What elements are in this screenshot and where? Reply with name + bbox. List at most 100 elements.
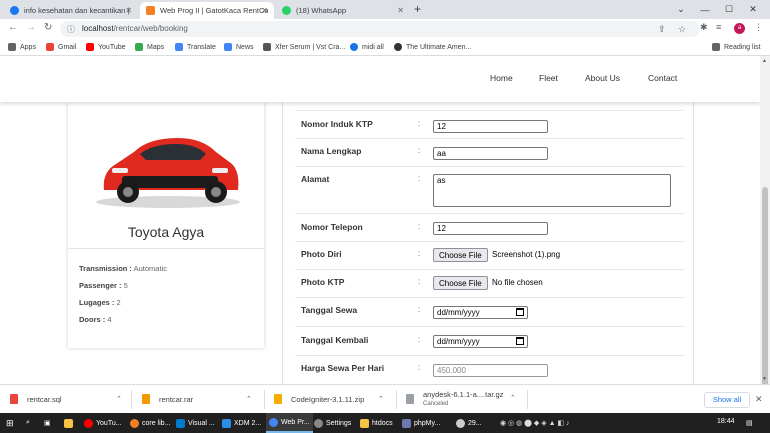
photo-diri-choose-file-button[interactable]: Choose File <box>433 248 488 262</box>
taskbar-core-lib[interactable]: core lib... <box>130 413 170 433</box>
phpmyadmin-icon <box>402 418 411 428</box>
bookmark-label: YouTube <box>98 43 126 51</box>
bookmark-translate[interactable]: Translate <box>175 43 216 51</box>
card-divider <box>68 248 264 249</box>
taskbar-youtube[interactable]: YouTu... <box>84 413 122 433</box>
telepon-input[interactable]: 12 <box>433 222 548 235</box>
bookmark-maps[interactable]: Maps <box>135 43 164 51</box>
colon: : <box>418 363 421 372</box>
downloads-bar: rentcar.sql ⌃ rentcar.rar ⌃ CodeIgniter-… <box>0 384 770 413</box>
site-info-icon[interactable]: ⓘ <box>67 24 75 35</box>
bookmark-label: News <box>236 43 254 51</box>
separator <box>131 390 132 409</box>
midi-icon <box>350 43 358 51</box>
chevron-up-icon[interactable]: ⌃ <box>246 395 252 403</box>
notification-icon[interactable]: ▤ <box>746 413 753 433</box>
alamat-label: Alamat <box>301 174 330 184</box>
harga-input[interactable]: 450.000 <box>433 364 548 377</box>
nav-fleet[interactable]: Fleet <box>539 73 558 83</box>
photo-ktp-choose-file-button[interactable]: Choose File <box>433 276 488 290</box>
profile-avatar[interactable]: a <box>734 23 745 34</box>
chevron-up-icon[interactable]: ⌃ <box>116 395 122 403</box>
download-item-rentcar-rar[interactable]: rentcar.rar ⌃ <box>142 394 252 404</box>
bookmark-youtube[interactable]: YouTube <box>86 43 126 51</box>
forward-icon[interactable]: → <box>26 22 36 33</box>
tab-info-kesehatan[interactable]: info kesehatan dan kecantikan | ✕ <box>4 2 138 19</box>
site-favicon-icon <box>146 6 155 15</box>
nav-contact[interactable]: Contact <box>648 73 677 83</box>
taskbar-label: Settings <box>326 419 352 427</box>
scroll-down-icon[interactable]: ▼ <box>762 376 767 382</box>
extensions-icon[interactable]: ✱ <box>700 22 708 33</box>
car-card: Toyota Agya Transmission : Automatic Pas… <box>68 102 264 348</box>
taskbar-vscode[interactable]: Visual ... <box>176 413 215 433</box>
download-filename: rentcar.sql <box>27 394 62 404</box>
bookmark-star-icon[interactable]: ☆ <box>678 24 686 35</box>
download-item-rentcar-sql[interactable]: rentcar.sql ⌃ <box>10 394 122 404</box>
spec-label: Passenger : <box>79 281 122 290</box>
windows-taskbar: ⊞ ⌕ ▣ YouTu... core lib... Visual ... XD… <box>0 413 770 433</box>
tanggal-kembali-input[interactable]: dd/mm/yyyy <box>433 335 528 348</box>
calendar-icon[interactable] <box>516 337 524 345</box>
file-icon <box>142 394 150 404</box>
search-icon[interactable]: ⌕ <box>26 413 30 433</box>
download-info: anydesk-6.1.1-a....tar.gz Canceled <box>423 390 503 407</box>
tray-icons[interactable]: ◉ ◎ ◍ ⬤ ◆ ◈ ▲ ◧ ♪ <box>500 413 570 433</box>
bookmark-apps[interactable]: Apps <box>8 43 36 51</box>
menu-icon[interactable]: ⋮ <box>754 22 763 33</box>
bookmark-ultimate-amen[interactable]: The Ultimate Amen... <box>394 43 471 51</box>
show-all-button[interactable]: Show all <box>704 392 750 408</box>
tab-web-prog[interactable]: Web Prog II | GatotKaca RentCar ✕ <box>140 2 274 19</box>
reading-list[interactable]: Reading list <box>712 43 761 51</box>
reading-list-icon <box>712 43 720 51</box>
task-view-icon[interactable]: ▣ <box>44 413 51 433</box>
nama-input[interactable]: aa <box>433 147 548 160</box>
reload-icon[interactable]: ↻ <box>44 22 52 33</box>
bookmark-gmail[interactable]: Gmail <box>46 43 76 51</box>
close-tab-icon[interactable]: ✕ <box>125 6 132 15</box>
share-icon[interactable]: ⇪ <box>658 24 666 35</box>
vscode-icon <box>176 418 185 428</box>
alamat-textarea[interactable]: as <box>433 174 671 207</box>
scroll-up-icon[interactable]: ▲ <box>762 58 767 64</box>
nav-home[interactable]: Home <box>490 73 513 83</box>
close-window-button[interactable]: ✕ <box>736 0 770 19</box>
calendar-icon[interactable] <box>516 308 524 316</box>
download-item-codeigniter[interactable]: CodeIgniter-3.1.11.zip ⌃ <box>274 394 384 404</box>
start-button[interactable]: ⊞ <box>6 413 14 433</box>
nama-label: Nama Lengkap <box>301 146 362 156</box>
youtube-icon <box>86 43 94 51</box>
tanggal-kembali-label: Tanggal Kembali <box>301 335 369 345</box>
date-placeholder: dd/mm/yyyy <box>437 308 480 317</box>
clock[interactable]: 18:44 <box>717 418 735 425</box>
tab-whatsapp[interactable]: (18) WhatsApp ✕ <box>276 2 410 19</box>
taskbar-settings[interactable]: Settings <box>314 413 351 433</box>
download-item-anydesk[interactable]: anydesk-6.1.1-a....tar.gz Canceled ⌃ <box>406 390 516 407</box>
colon: : <box>418 249 421 258</box>
bookmark-midi-all[interactable]: midi all <box>350 43 384 51</box>
chevron-up-icon[interactable]: ⌃ <box>378 395 384 403</box>
page-scrollbar[interactable]: ▲ ▼ <box>760 56 770 387</box>
close-tab-icon[interactable]: ✕ <box>397 6 404 15</box>
explorer-icon[interactable] <box>64 413 76 433</box>
ktp-input[interactable]: 12 <box>433 120 548 133</box>
nav-about-us[interactable]: About Us <box>585 73 620 83</box>
taskbar-htdocs[interactable]: htdocs <box>360 413 393 433</box>
media-control-icon[interactable]: ≡ <box>716 22 721 32</box>
close-tab-icon[interactable]: ✕ <box>261 6 268 15</box>
bookmark-news[interactable]: News <box>224 43 254 51</box>
close-downloads-icon[interactable]: ✕ <box>755 394 763 405</box>
chevron-up-icon[interactable]: ⌃ <box>510 394 516 402</box>
new-tab-button[interactable]: + <box>414 2 421 16</box>
scroll-thumb[interactable] <box>762 187 768 387</box>
back-icon[interactable]: ← <box>8 22 18 33</box>
taskbar-chrome[interactable]: Web Pr... <box>266 413 313 433</box>
tanggal-sewa-input[interactable]: dd/mm/yyyy <box>433 306 528 319</box>
taskbar-xdm[interactable]: XDM 2... <box>222 413 261 433</box>
address-bar[interactable]: ⓘ localhost/rentcar/web/booking ⇪ ☆ <box>60 21 700 37</box>
bookmark-xfer-serum[interactable]: Xfer Serum | Vst Cra... <box>263 43 345 51</box>
page-viewport: Home Fleet About Us Contact Toyota Agya … <box>0 56 760 384</box>
taskbar-phpmyadmin[interactable]: phpMy... <box>402 413 440 433</box>
weather-icon <box>456 418 465 428</box>
weather-widget[interactable]: 29... <box>456 413 482 433</box>
